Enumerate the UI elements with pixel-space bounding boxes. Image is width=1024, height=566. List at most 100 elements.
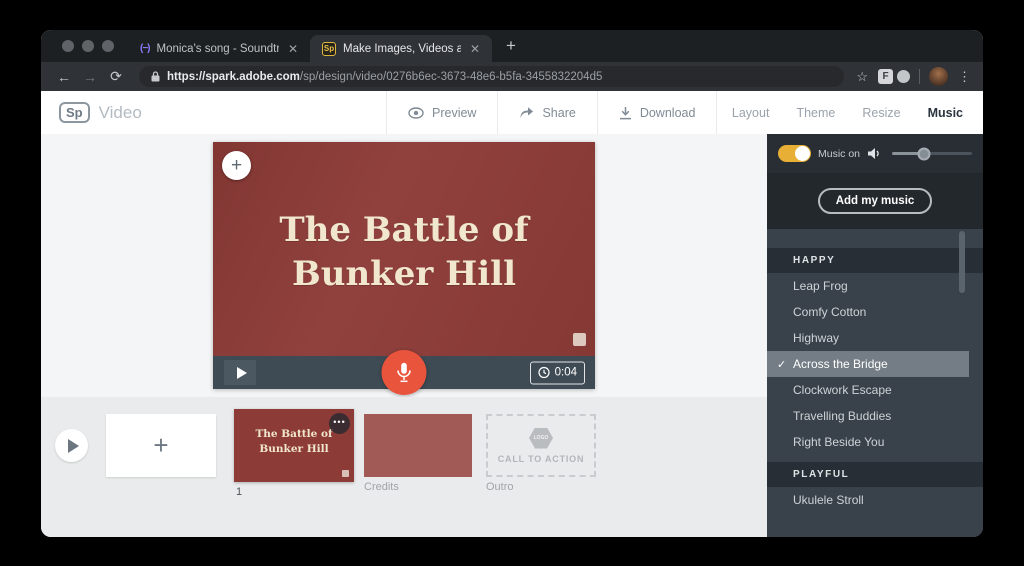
slider-track: [924, 152, 972, 155]
slide-timeline: + The Battle of Bunker Hill ••• 1 Credit…: [41, 397, 767, 537]
outro-thumbnail[interactable]: LOGO CALL TO ACTION: [486, 414, 596, 477]
soundtrap-icon: (−): [140, 43, 150, 54]
music-toggle[interactable]: [778, 145, 811, 162]
volume-slider[interactable]: [892, 147, 972, 161]
window-close-button[interactable]: [62, 40, 74, 52]
credits-label: Credits: [364, 481, 399, 493]
tab-soundtrap[interactable]: (−) Monica's song - Soundtrap ✕: [128, 35, 310, 62]
music-panel: Music on Add my music HAPPY Leap Frog Comf…: [767, 134, 983, 537]
reload-button[interactable]: ⟳: [105, 68, 127, 85]
nav-music[interactable]: Music: [928, 106, 963, 120]
duration-chip[interactable]: 0:04: [529, 361, 585, 384]
share-label: Share: [542, 105, 576, 120]
facebook-extension-icon[interactable]: F: [878, 69, 893, 84]
add-my-music-button[interactable]: Add my music: [817, 188, 933, 214]
music-track-label: Comfy Cotton: [793, 305, 867, 319]
music-track-item[interactable]: Comfy Cotton: [767, 299, 983, 325]
forward-button[interactable]: →: [79, 69, 101, 85]
credits-thumbnail[interactable]: [364, 414, 472, 477]
divider: [919, 69, 920, 84]
checkmark-icon: ✓: [777, 358, 787, 371]
play-icon: [236, 366, 247, 379]
window-zoom-button[interactable]: [102, 40, 114, 52]
nav-theme[interactable]: Theme: [796, 106, 835, 120]
music-track-item[interactable]: Clockwork Escape: [767, 377, 983, 403]
back-button[interactable]: ←: [53, 69, 75, 85]
music-track-label: Right Beside You: [793, 435, 885, 449]
browser-toolbar: ← → ⟳ https://spark.adobe.com/sp/design/…: [41, 62, 983, 91]
music-controls-row: Music on: [767, 134, 983, 173]
duration-text: 0:04: [554, 366, 577, 379]
browser-window: (−) Monica's song - Soundtrap ✕ Sp Make …: [41, 30, 983, 537]
chrome-menu-icon[interactable]: ⋮: [952, 69, 971, 85]
preview-label: Preview: [432, 105, 477, 120]
bookmark-star-icon[interactable]: ☆: [856, 69, 874, 85]
url-path: /sp/design/video/0276b6ec-3673-48e6-b5fa…: [299, 70, 603, 83]
eye-icon: [408, 106, 424, 119]
extension-icon[interactable]: [897, 70, 910, 83]
music-track-label: Leap Frog: [793, 279, 848, 293]
spark-app-header: Sp Video Preview Share Download Layout T…: [41, 91, 983, 134]
url-host: https://spark.adobe.com: [167, 70, 300, 83]
music-section-header: HAPPY: [767, 248, 983, 273]
tab-strip: (−) Monica's song - Soundtrap ✕ Sp Make …: [41, 30, 983, 62]
close-tab-icon[interactable]: ✕: [286, 42, 300, 56]
app-name: Video: [98, 102, 142, 122]
add-content-button[interactable]: +: [222, 151, 251, 180]
watermark: [342, 470, 349, 477]
slider-knob[interactable]: [917, 147, 931, 160]
music-track-list: HAPPY Leap Frog Comfy Cotton Highway ✓ Across…: [767, 229, 983, 537]
nav-layout[interactable]: Layout: [732, 106, 770, 120]
clock-icon: [538, 366, 550, 379]
video-preview[interactable]: + The Battle of Bunker Hill 0:04: [213, 142, 595, 395]
editor-canvas: + The Battle of Bunker Hill 0:04: [41, 134, 767, 397]
record-voice-button[interactable]: [381, 350, 427, 395]
add-slide-button[interactable]: +: [106, 414, 216, 477]
music-section-header: PLAYFUL: [767, 462, 983, 487]
download-icon: [619, 106, 631, 119]
spark-brand[interactable]: Sp Video: [41, 102, 142, 123]
share-button[interactable]: Share: [497, 91, 596, 134]
new-tab-button[interactable]: +: [492, 30, 530, 62]
toggle-knob: [795, 146, 810, 161]
video-control-bar: 0:04: [213, 350, 595, 395]
lock-icon: [151, 71, 160, 82]
watermark: [573, 333, 586, 346]
slide-thumbnail-1[interactable]: The Battle of Bunker Hill •••: [234, 409, 354, 482]
speaker-icon[interactable]: [867, 147, 881, 160]
tab-adobe-spark[interactable]: Sp Make Images, Videos and Web ✕: [310, 35, 492, 62]
outro-label: Outro: [486, 481, 514, 493]
microphone-icon: [397, 362, 411, 383]
call-to-action-label: CALL TO ACTION: [497, 453, 585, 464]
download-label: Download: [639, 105, 696, 120]
music-track-item[interactable]: Highway: [767, 325, 983, 351]
music-track-item[interactable]: Leap Frog: [767, 273, 983, 299]
scrollbar-thumb[interactable]: [959, 231, 965, 293]
music-track-label: Travelling Buddies: [793, 409, 892, 423]
slide-number-label: 1: [236, 486, 243, 498]
music-track-item[interactable]: Right Beside You: [767, 429, 983, 455]
address-bar[interactable]: https://spark.adobe.com/sp/design/video/…: [139, 66, 845, 87]
tab-title: Make Images, Videos and Web: [343, 42, 461, 55]
music-track-label: Across the Bridge: [793, 357, 888, 371]
share-arrow-icon: [520, 107, 534, 118]
music-track-item[interactable]: ✓ Across the Bridge: [767, 351, 969, 377]
slide-options-icon[interactable]: •••: [329, 413, 350, 434]
download-button[interactable]: Download: [596, 91, 718, 134]
editor-nav: Layout Theme Resize Music: [732, 91, 963, 134]
window-minimize-button[interactable]: [82, 40, 94, 52]
close-tab-icon[interactable]: ✕: [468, 42, 482, 56]
video-play-button[interactable]: [224, 360, 256, 385]
slide-title-text[interactable]: The Battle of Bunker Hill: [213, 208, 595, 296]
music-track-item[interactable]: Travelling Buddies: [767, 403, 983, 429]
header-actions: Preview Share Download: [386, 91, 718, 134]
spark-logo: Sp: [59, 102, 90, 123]
nav-resize[interactable]: Resize: [862, 106, 900, 120]
music-track-label: Highway: [793, 331, 840, 345]
spark-icon: Sp: [322, 41, 336, 56]
preview-button[interactable]: Preview: [386, 91, 497, 134]
music-track-label: Ukulele Stroll: [793, 493, 864, 507]
profile-avatar[interactable]: [929, 67, 948, 86]
music-track-item[interactable]: Ukulele Stroll: [767, 487, 983, 513]
timeline-play-button[interactable]: [55, 429, 88, 462]
